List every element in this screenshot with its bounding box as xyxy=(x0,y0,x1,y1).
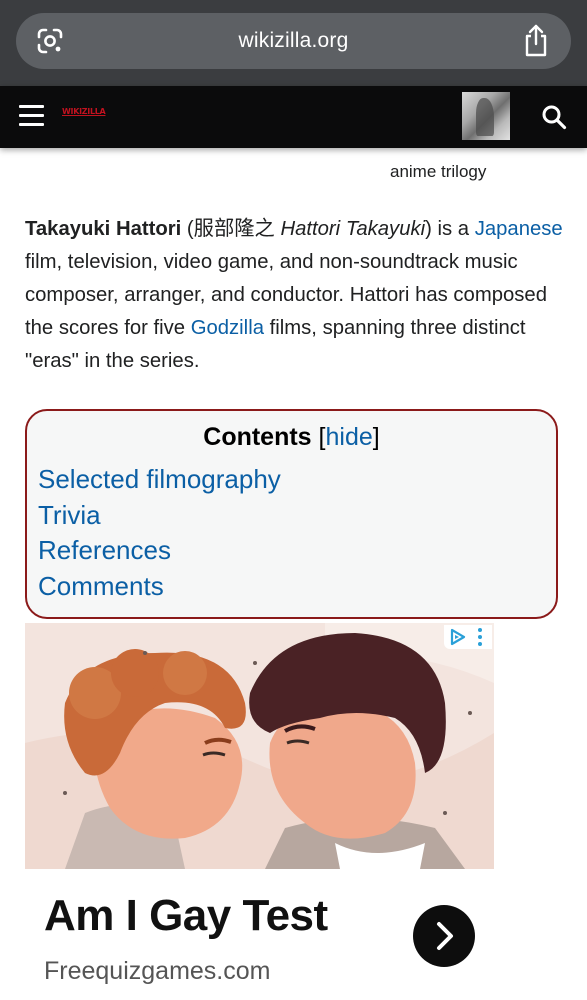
romaji-name: Hattori Takayuki xyxy=(280,218,426,240)
subject-name: Takayuki Hattori xyxy=(25,218,182,240)
toc-title: Contents xyxy=(203,423,312,451)
site-logo[interactable]: WIKIZILLA xyxy=(62,107,106,116)
ad-choices-icon[interactable] xyxy=(444,625,492,649)
url-text[interactable]: wikizilla.org xyxy=(16,29,571,53)
table-of-contents: Contents [hide] Selected filmography Tri… xyxy=(25,409,558,619)
toc-item-selected-filmography[interactable]: Selected filmography xyxy=(38,462,281,498)
ad-arrow-button[interactable] xyxy=(413,905,475,967)
ad-illustration xyxy=(25,623,494,869)
toc-heading: Contents [hide] xyxy=(27,423,556,452)
chevron-right-icon xyxy=(437,922,453,950)
image-caption: anime trilogy xyxy=(390,162,487,181)
toc-item-comments[interactable]: Comments xyxy=(38,569,281,605)
search-icon[interactable] xyxy=(541,104,567,130)
intro-paragraph: Takayuki Hattori (服部隆之 Hattori Takayuki)… xyxy=(25,213,570,378)
toc-bracket: [ xyxy=(311,423,326,451)
toc-list: Selected filmography Trivia References C… xyxy=(38,462,281,604)
intro-text: (服部隆之 xyxy=(181,218,281,240)
toc-hide-toggle[interactable]: hide xyxy=(326,423,373,451)
browser-toolbar: wikizilla.org xyxy=(0,0,587,86)
godzilla-link[interactable]: Godzilla xyxy=(191,317,264,339)
toc-item-trivia[interactable]: Trivia xyxy=(38,498,281,534)
share-icon[interactable] xyxy=(521,24,551,58)
intro-text: ) is a xyxy=(425,218,475,240)
advertisement[interactable]: Am I Gay Test Freequizgames.com xyxy=(25,623,494,1000)
ad-domain: Freequizgames.com xyxy=(44,957,271,985)
toc-item-references[interactable]: References xyxy=(38,533,281,569)
menu-icon[interactable] xyxy=(19,105,44,127)
toc-bracket: ] xyxy=(372,423,380,451)
site-header: WIKIZILLA xyxy=(0,86,587,148)
address-bar[interactable]: wikizilla.org xyxy=(16,13,571,69)
japanese-link[interactable]: Japanese xyxy=(475,218,563,240)
header-thumbnail[interactable] xyxy=(462,92,510,140)
ad-headline[interactable]: Am I Gay Test xyxy=(44,891,328,941)
